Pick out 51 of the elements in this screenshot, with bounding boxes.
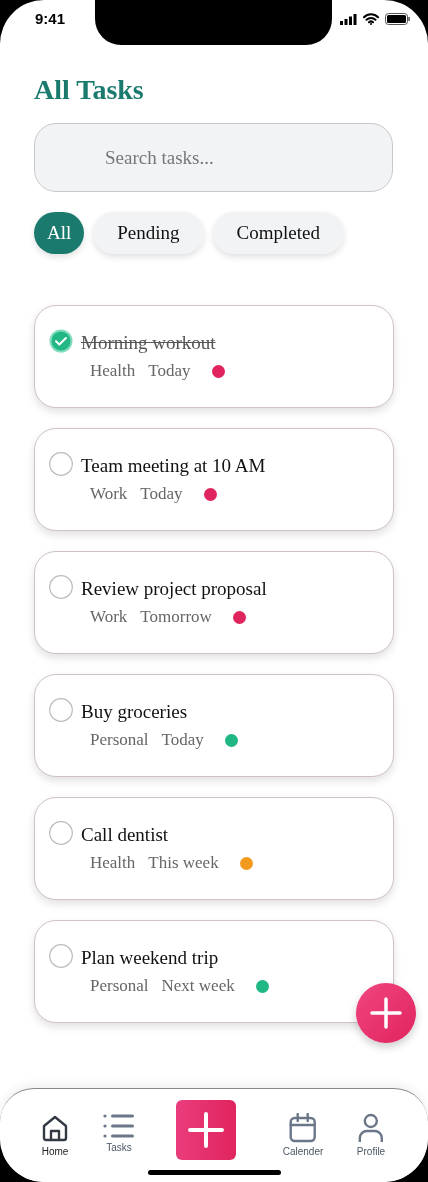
- checkbox[interactable]: [49, 575, 73, 599]
- task-category: Work: [90, 607, 128, 627]
- plus-icon: [370, 997, 402, 1029]
- search-field[interactable]: Search tasks...: [34, 123, 393, 192]
- task-due-date: Tomorrow: [140, 607, 212, 627]
- task-category: Health: [90, 361, 136, 381]
- task-due-date: Today: [161, 730, 204, 750]
- checkbox[interactable]: [49, 944, 73, 968]
- task-card[interactable]: Review project proposal Work Tomorrow: [34, 551, 394, 654]
- page-title: All Tasks: [34, 73, 145, 107]
- task-category: Health: [90, 853, 136, 873]
- task-card[interactable]: Team meeting at 10 AM Work Today: [34, 428, 394, 531]
- nav-tab[interactable]: Profile: [356, 1113, 386, 1157]
- task-card[interactable]: Morning workout Health Today: [34, 305, 394, 408]
- checkbox[interactable]: [49, 698, 73, 722]
- filter-chip[interactable]: All: [34, 212, 85, 254]
- task-category: Personal: [90, 976, 149, 996]
- status-time: 9:41: [35, 10, 66, 27]
- add-task-button[interactable]: [356, 983, 416, 1043]
- task-due-date: Today: [140, 484, 183, 504]
- task-title: Team meeting at 10 AM: [81, 454, 266, 478]
- task-card[interactable]: Plan weekend trip Personal Next week: [34, 920, 394, 1023]
- task-title: Morning workout: [81, 331, 216, 355]
- task-category: Work: [90, 484, 128, 504]
- task-title: Buy groceries: [81, 700, 188, 724]
- task-due-date: Next week: [161, 976, 235, 996]
- filter-chip[interactable]: Pending: [93, 212, 204, 254]
- checked-checkbox[interactable]: [49, 329, 73, 353]
- checkbox[interactable]: [49, 821, 73, 845]
- task-due-date: Today: [148, 361, 191, 381]
- calendar-icon: [289, 1113, 317, 1143]
- nav-tab[interactable]: Calender: [282, 1113, 324, 1157]
- task-category: Personal: [90, 730, 149, 750]
- profile-icon: [358, 1113, 384, 1143]
- list-icon: [103, 1113, 135, 1139]
- filter-chip[interactable]: Completed: [212, 212, 344, 254]
- nav-tab[interactable]: Tasks: [103, 1113, 135, 1153]
- task-title: Review project proposal: [81, 577, 267, 601]
- battery-icon: [385, 13, 410, 25]
- nav-tab[interactable]: Home: [40, 1113, 70, 1157]
- signal-icon: [340, 13, 357, 25]
- checkbox[interactable]: [49, 452, 73, 476]
- home-icon: [40, 1113, 70, 1143]
- add-button[interactable]: [176, 1100, 236, 1160]
- plus-icon: [188, 1112, 224, 1148]
- task-card[interactable]: Buy groceries Personal Today: [34, 674, 394, 777]
- task-title: Call dentist: [81, 823, 169, 847]
- task-title: Plan weekend trip: [81, 946, 219, 970]
- task-card[interactable]: Call dentist Health This week: [34, 797, 394, 900]
- wifi-icon: [363, 13, 379, 25]
- task-due-date: This week: [148, 853, 219, 873]
